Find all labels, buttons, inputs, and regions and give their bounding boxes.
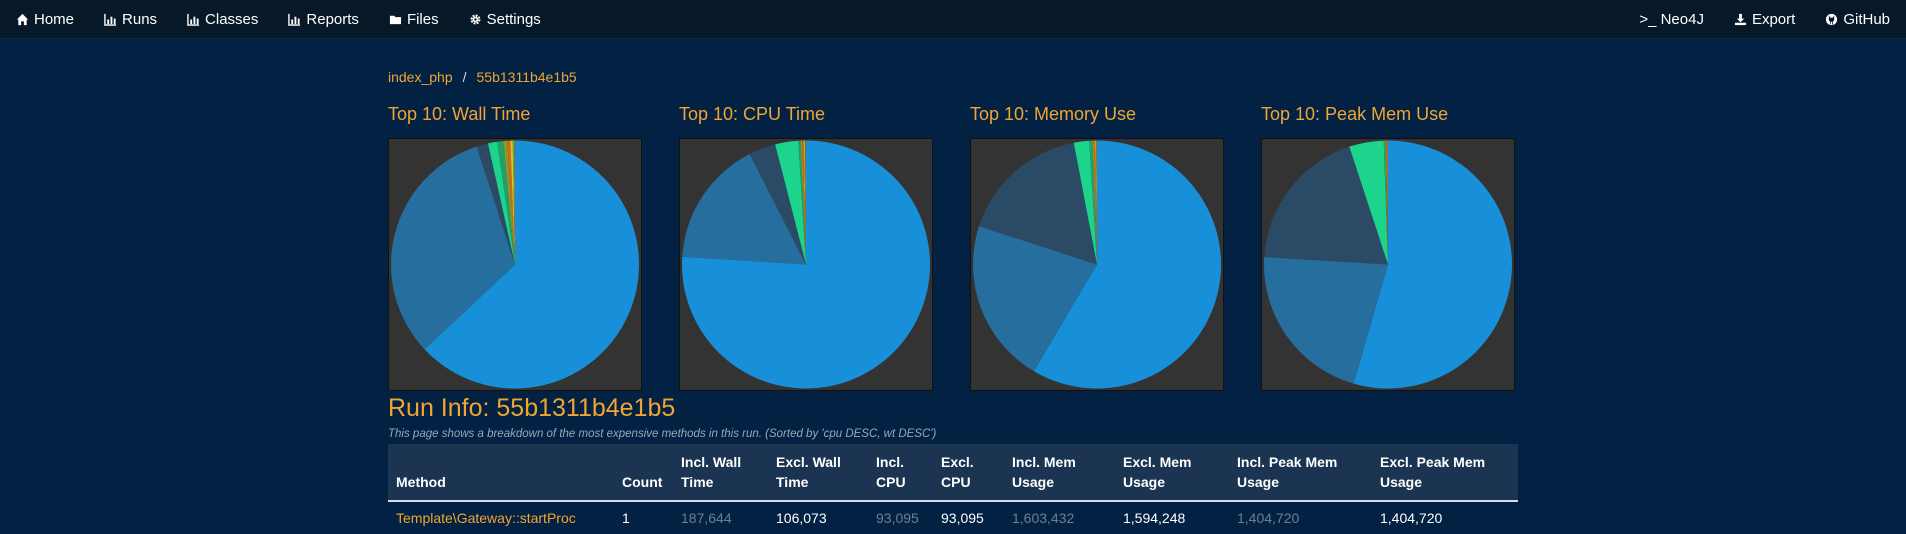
nav-left-group: Home Runs Classes Reports Files [16, 0, 571, 38]
top-navbar: Home Runs Classes Reports Files [0, 0, 1906, 39]
chart-peak-mem-use: Top 10: Peak Mem Use [1261, 102, 1517, 391]
cell-incl-wall-time: 187,644 [673, 501, 768, 534]
nav-github[interactable]: GitHub [1825, 11, 1890, 28]
pie-chart [389, 139, 641, 390]
bar-chart-icon [187, 13, 200, 26]
chart-memory-use: Top 10: Memory Use [970, 102, 1226, 391]
col-excl-cpu[interactable]: Excl. CPU [933, 444, 1004, 501]
method-link[interactable]: Template\Gateway::startProc [396, 510, 576, 526]
home-icon [16, 13, 29, 26]
pie-chart [680, 139, 932, 390]
nav-reports[interactable]: Reports [288, 11, 359, 28]
col-incl-cpu[interactable]: Incl. CPU [868, 444, 933, 501]
chart-title: Top 10: CPU Time [679, 102, 935, 126]
methods-table: Method Count Incl. Wall Time Excl. Wall … [388, 444, 1518, 534]
bar-chart-icon [288, 13, 301, 26]
cell-method: Template\Gateway::startProc [388, 501, 614, 534]
nav-export[interactable]: Export [1734, 11, 1795, 28]
run-info-note: This page shows a breakdown of the most … [388, 428, 936, 440]
breadcrumb: index_php / 55b1311b4e1b5 [388, 69, 577, 85]
gear-icon [469, 13, 482, 26]
cell-count: 1 [614, 501, 673, 534]
nav-files-label: Files [407, 11, 439, 28]
pie-chart-box [388, 138, 642, 391]
breadcrumb-current-link[interactable]: 55b1311b4e1b5 [477, 69, 577, 85]
col-excl-mem[interactable]: Excl. Mem Usage [1115, 444, 1229, 501]
chart-title: Top 10: Peak Mem Use [1261, 102, 1517, 126]
nav-settings[interactable]: Settings [469, 11, 541, 28]
cell-incl-cpu: 93,095 [868, 501, 933, 534]
nav-export-label: Export [1752, 11, 1795, 28]
nav-settings-label: Settings [487, 11, 541, 28]
nav-home-label: Home [34, 11, 74, 28]
chart-title: Top 10: Memory Use [970, 102, 1226, 126]
run-info-title: Run Info: 55b1311b4e1b5 [388, 394, 675, 423]
github-icon [1825, 13, 1838, 26]
cell-excl-cpu: 93,095 [933, 501, 1004, 534]
col-incl-peak-mem[interactable]: Incl. Peak Mem Usage [1229, 444, 1372, 501]
nav-files[interactable]: Files [389, 11, 439, 28]
pie-chart-box [1261, 138, 1515, 391]
folder-icon [389, 13, 402, 26]
nav-github-label: GitHub [1843, 11, 1890, 28]
nav-classes-label: Classes [205, 11, 258, 28]
cell-excl-peak-mem: 1,404,720 [1372, 501, 1518, 534]
nav-classes[interactable]: Classes [187, 11, 258, 28]
nav-runs-label: Runs [122, 11, 157, 28]
nav-home[interactable]: Home [16, 11, 74, 28]
pie-chart [1262, 139, 1514, 390]
methods-table-wrap: Method Count Incl. Wall Time Excl. Wall … [388, 444, 1518, 534]
table-header-row: Method Count Incl. Wall Time Excl. Wall … [388, 444, 1518, 501]
table-row[interactable]: Template\Gateway::startProc 1 187,644 10… [388, 501, 1518, 534]
nav-reports-label: Reports [306, 11, 359, 28]
download-icon [1734, 13, 1747, 26]
chart-cpu-time: Top 10: CPU Time [679, 102, 935, 391]
chart-title: Top 10: Wall Time [388, 102, 644, 126]
col-incl-wall-time[interactable]: Incl. Wall Time [673, 444, 768, 501]
bar-chart-icon [104, 13, 117, 26]
col-incl-mem[interactable]: Incl. Mem Usage [1004, 444, 1115, 501]
col-count[interactable]: Count [614, 444, 673, 501]
cell-excl-mem: 1,594,248 [1115, 501, 1229, 534]
col-excl-wall-time[interactable]: Excl. Wall Time [768, 444, 868, 501]
chart-wall-time: Top 10: Wall Time [388, 102, 644, 391]
breadcrumb-separator: / [463, 69, 467, 85]
col-excl-peak-mem[interactable]: Excl. Peak Mem Usage [1372, 444, 1518, 501]
cell-excl-wall-time: 106,073 [768, 501, 868, 534]
nav-runs[interactable]: Runs [104, 11, 157, 28]
col-method[interactable]: Method [388, 444, 614, 501]
nav-neo4j-label: >_ Neo4J [1639, 11, 1704, 28]
nav-neo4j[interactable]: >_ Neo4J [1639, 11, 1704, 28]
cell-incl-peak-mem: 1,404,720 [1229, 501, 1372, 534]
breadcrumb-root-link[interactable]: index_php [388, 69, 453, 85]
cell-incl-mem: 1,603,432 [1004, 501, 1115, 534]
pie-chart [971, 139, 1223, 390]
pie-chart-box [679, 138, 933, 391]
pie-chart-box [970, 138, 1224, 391]
nav-right-group: >_ Neo4J Export GitHub [1609, 0, 1890, 38]
